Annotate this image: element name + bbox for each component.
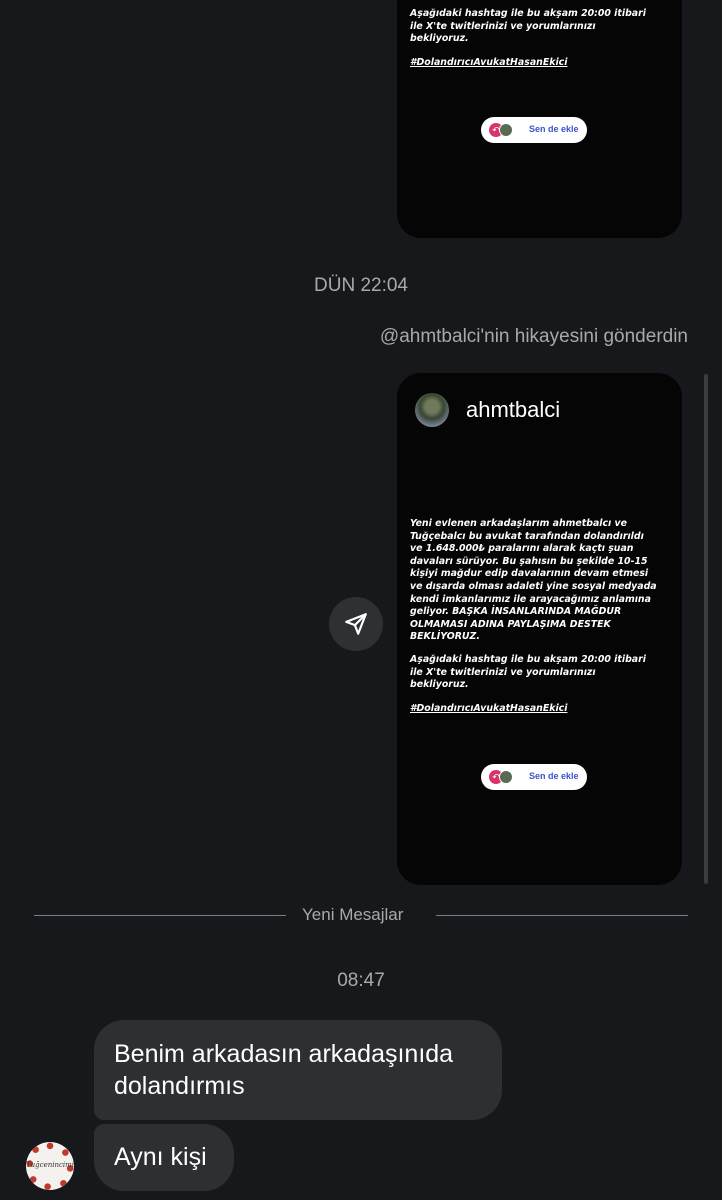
avatar[interactable] — [415, 393, 449, 427]
story-hashtag: #DolandırıcıAvukatHasanEkici — [410, 703, 568, 714]
message-bubble[interactable]: Aynı kişi — [94, 1124, 234, 1191]
message-bubble[interactable]: Benim arkadasın arkadaşınıda dolandırmıs — [94, 1020, 502, 1120]
divider-line-right — [436, 915, 688, 916]
story-caption-2: Aşağıdaki hashtag ile bu akşam 20:00 iti… — [410, 654, 646, 691]
sticker-avatar — [499, 770, 513, 784]
new-messages-divider: Yeni Mesajlar — [302, 905, 404, 924]
avatar-logo-text: Tuğcenincimiçerisi — [26, 1161, 74, 1169]
send-icon — [345, 613, 367, 635]
share-button[interactable] — [329, 597, 383, 651]
sticker-avatar — [499, 123, 513, 137]
divider-line-left — [34, 915, 286, 916]
shared-story-card[interactable]: ahmtbalci Yeni evlenen arkadaşlarım ahme… — [397, 373, 682, 885]
story-hashtag: #DolandırıcıAvukatHasanEkici — [410, 57, 568, 68]
timestamp: DÜN 22:04 — [314, 275, 408, 296]
story-reply-note: @ahmtbalci'nin hikayesini gönderdin — [379, 326, 688, 347]
add-yours-sticker[interactable]: ↶ Sen de ekle — [481, 764, 587, 790]
sticker-label: Sen de ekle — [529, 771, 579, 781]
avatar[interactable]: Tuğcenincimiçerisi — [26, 1142, 74, 1190]
story-scrollbar[interactable] — [704, 374, 708, 884]
sticker-label: Sen de ekle — [529, 124, 579, 134]
add-yours-sticker[interactable]: ↶ Sen de ekle — [481, 117, 587, 143]
story-username[interactable]: ahmtbalci — [466, 397, 560, 423]
story-preview-card-previous[interactable]: Aşağıdaki hashtag ile bu akşam 20:00 iti… — [397, 0, 682, 238]
story-caption: Yeni evlenen arkadaşlarım ahmetbalcı ve … — [410, 518, 657, 643]
timestamp: 08:47 — [337, 970, 385, 991]
story-caption: Aşağıdaki hashtag ile bu akşam 20:00 iti… — [410, 8, 646, 45]
